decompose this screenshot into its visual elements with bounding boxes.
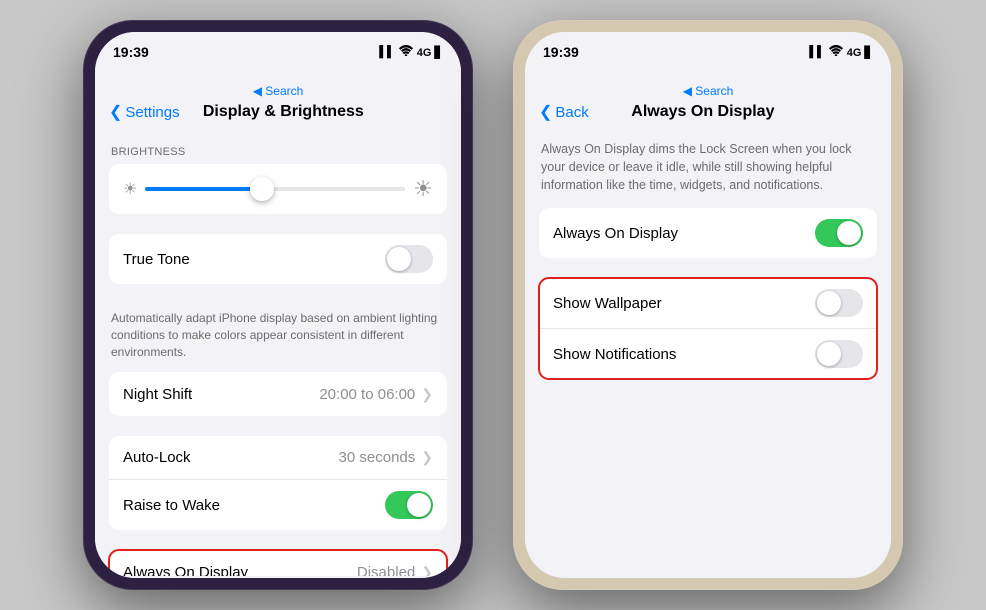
show-notifications-label: Show Notifications — [553, 346, 815, 363]
back-label-1[interactable]: Settings — [125, 104, 179, 121]
raise-to-wake-knob — [407, 493, 431, 517]
show-wallpaper-toggle[interactable] — [815, 289, 863, 317]
phone-2-screen: 19:39 ▌▌ 4G ▋ ◀ Search ❮ Back Always On … — [525, 32, 891, 578]
signal-icon-1: ▌▌ — [379, 46, 395, 58]
show-wallpaper-row[interactable]: Show Wallpaper — [539, 278, 877, 329]
slider-thumb[interactable] — [250, 177, 274, 201]
status-bar-2: 19:39 ▌▌ 4G ▋ — [525, 32, 891, 82]
status-time-2: 19:39 — [543, 44, 579, 60]
always-on-display-group: Always On Display Disabled ❯ — [109, 550, 447, 576]
wifi-icon-2 — [829, 45, 843, 59]
night-shift-row[interactable]: Night Shift 20:00 to 06:00 ❯ — [109, 372, 447, 416]
show-wallpaper-label: Show Wallpaper — [553, 295, 815, 312]
search-back-2[interactable]: ◀ Search — [683, 84, 734, 98]
always-on-display-row[interactable]: Always On Display Disabled ❯ — [109, 550, 447, 576]
always-on-display-label: Always On Display — [123, 564, 357, 576]
wifi-icon-1 — [399, 45, 413, 59]
true-tone-label: True Tone — [123, 251, 385, 268]
nav-bar-2: ❮ Back Always On Display — [525, 98, 891, 130]
aod-main-row[interactable]: Always On Display — [539, 208, 877, 258]
brightness-section-header: BRIGHTNESS — [95, 130, 461, 164]
auto-lock-row[interactable]: Auto-Lock 30 seconds ❯ — [109, 436, 447, 480]
slider-fill — [145, 187, 262, 191]
back-label-2[interactable]: Back — [555, 104, 588, 121]
true-tone-row[interactable]: True Tone — [109, 234, 447, 284]
auto-lock-chevron: ❯ — [421, 449, 433, 466]
sun-bright-icon: ☀ — [413, 176, 433, 202]
aod-main-toggle[interactable] — [815, 219, 863, 247]
always-on-display-value: Disabled — [357, 564, 415, 576]
phone-1-screen: 19:39 ▌▌ 4G ▋ ◀ Search ❮ Settings Displa… — [95, 32, 461, 578]
aod-sub-group: Show Wallpaper Show Notifications — [539, 278, 877, 379]
nav-bar-1: ❮ Settings Display & Brightness — [95, 98, 461, 130]
search-hint-2[interactable]: ◀ Search — [525, 82, 891, 98]
status-bar-content-2: 19:39 ▌▌ 4G ▋ — [543, 44, 873, 60]
battery-icon-1: 4G ▋ — [417, 46, 443, 59]
raise-to-wake-row[interactable]: Raise to Wake — [109, 480, 447, 530]
phone-1: 19:39 ▌▌ 4G ▋ ◀ Search ❮ Settings Displa… — [83, 20, 473, 590]
show-notifications-knob — [817, 342, 841, 366]
night-shift-group: Night Shift 20:00 to 06:00 ❯ — [109, 372, 447, 416]
night-shift-chevron: ❯ — [421, 386, 433, 403]
autolock-group: Auto-Lock 30 seconds ❯ Raise to Wake — [109, 436, 447, 530]
signal-icon-2: ▌▌ — [809, 46, 825, 58]
search-hint-1[interactable]: ◀ Search — [95, 82, 461, 98]
true-tone-knob — [387, 247, 411, 271]
nav-back-2[interactable]: ❮ Back — [539, 102, 589, 122]
aod-main-label: Always On Display — [553, 225, 815, 242]
brightness-group: ☀ ☀ — [109, 164, 447, 214]
nav-title-1: Display & Brightness — [180, 103, 387, 121]
nav-title-2: Always On Display — [589, 103, 817, 121]
true-tone-description: Automatically adapt iPhone display based… — [95, 304, 461, 372]
status-icons-1: ▌▌ 4G ▋ — [379, 45, 443, 59]
show-notifications-toggle[interactable] — [815, 340, 863, 368]
status-time-1: 19:39 — [113, 44, 149, 60]
back-chevron-1: ❮ — [109, 102, 122, 122]
brightness-slider[interactable] — [145, 187, 405, 191]
brightness-row[interactable]: ☀ ☀ — [109, 164, 447, 214]
battery-icon-2: 4G ▋ — [847, 46, 873, 59]
auto-lock-label: Auto-Lock — [123, 449, 339, 466]
true-tone-group: True Tone — [109, 234, 447, 284]
phone-2: 19:39 ▌▌ 4G ▋ ◀ Search ❮ Back Always On … — [513, 20, 903, 590]
raise-to-wake-toggle[interactable] — [385, 491, 433, 519]
auto-lock-value: 30 seconds — [339, 449, 416, 466]
status-icons-2: ▌▌ 4G ▋ — [809, 45, 873, 59]
aod-description-top: Always On Display dims the Lock Screen w… — [525, 130, 891, 208]
status-bar-content-1: 19:39 ▌▌ 4G ▋ — [113, 44, 443, 60]
settings-content-1: BRIGHTNESS ☀ ☀ True Tone — [95, 130, 461, 576]
search-back-1[interactable]: ◀ Search — [253, 84, 304, 98]
true-tone-toggle[interactable] — [385, 245, 433, 273]
raise-to-wake-label: Raise to Wake — [123, 497, 385, 514]
aod-main-group: Always On Display — [539, 208, 877, 258]
aod-main-knob — [837, 221, 861, 245]
show-notifications-row[interactable]: Show Notifications — [539, 329, 877, 379]
slider-container: ☀ ☀ — [123, 176, 433, 202]
night-shift-label: Night Shift — [123, 386, 319, 403]
nav-back-1[interactable]: ❮ Settings — [109, 102, 180, 122]
always-on-display-chevron: ❯ — [421, 564, 433, 576]
show-wallpaper-knob — [817, 291, 841, 315]
settings-content-2: Always On Display dims the Lock Screen w… — [525, 130, 891, 576]
night-shift-value: 20:00 to 06:00 — [319, 386, 415, 403]
status-bar-1: 19:39 ▌▌ 4G ▋ — [95, 32, 461, 82]
back-chevron-2: ❮ — [539, 102, 552, 122]
sun-dim-icon: ☀ — [123, 179, 137, 199]
